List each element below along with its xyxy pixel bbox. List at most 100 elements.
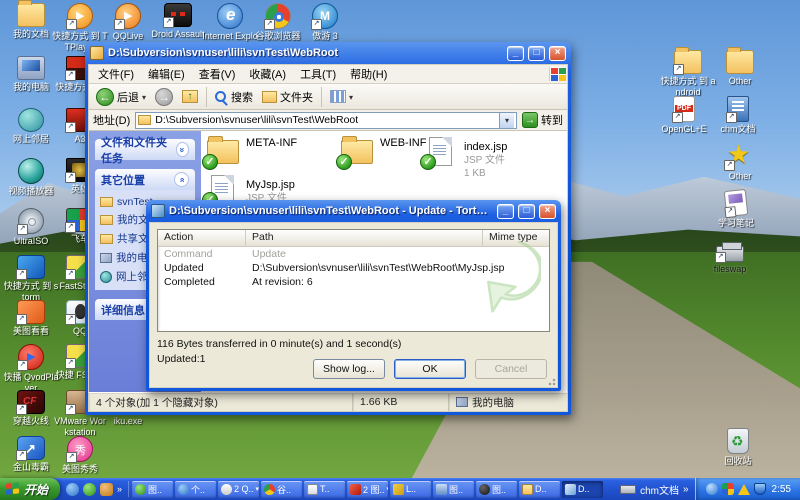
up-button[interactable]: ↑ bbox=[179, 89, 201, 104]
svn-progress-list[interactable]: Action Path Mime type Command Update Upd… bbox=[157, 229, 550, 332]
file-web-inf[interactable]: WEB-INF bbox=[341, 137, 426, 167]
close-button[interactable]: × bbox=[539, 204, 556, 219]
maximize-button[interactable]: □ bbox=[518, 204, 535, 219]
address-dropdown[interactable] bbox=[499, 113, 514, 128]
go-button[interactable]: →转到 bbox=[522, 112, 563, 128]
desktop-icon-crossfire[interactable]: 穿越火线 bbox=[3, 390, 59, 427]
menu-tools[interactable]: 工具(T) bbox=[293, 65, 343, 83]
security-shield-icon[interactable] bbox=[754, 483, 766, 495]
desktop-icon-my-documents[interactable]: 我的文档 bbox=[3, 3, 59, 40]
tray-app-icon[interactable] bbox=[722, 483, 734, 495]
warning-icon[interactable] bbox=[738, 484, 750, 495]
windows-flag-icon bbox=[549, 67, 565, 81]
task-button-10-explorer[interactable]: D.. bbox=[519, 481, 560, 498]
views-button[interactable] bbox=[327, 89, 356, 104]
desktop-icon-meitu-viewer[interactable]: 美图看看 bbox=[3, 300, 59, 337]
chevron-down-icon[interactable] bbox=[176, 142, 189, 157]
svn-dialog-title: D:\Subversion\svnuser\lili\svnTest\WebRo… bbox=[169, 205, 493, 217]
language-bar-more[interactable]: » bbox=[683, 484, 689, 495]
menu-file[interactable]: 文件(F) bbox=[91, 65, 141, 83]
pdf-icon bbox=[673, 96, 695, 122]
svn-dialog-titlebar[interactable]: D:\Subversion\svnuser\lili\svnTest\WebRo… bbox=[149, 200, 558, 222]
taskbar: 开始 » 图.. 个.. 2 Q..▾ 谷.. T.. 2 图..▾ L.. 图… bbox=[0, 478, 800, 500]
language-bar[interactable]: chm文档 » bbox=[614, 482, 694, 497]
ie-icon[interactable] bbox=[66, 483, 79, 496]
desktop-icon-study-notes[interactable]: 学习笔记 bbox=[708, 190, 764, 229]
task-button-4-chrome[interactable]: 谷.. bbox=[261, 481, 302, 498]
desktop-icon-kingsoft[interactable]: 金山毒霸 bbox=[3, 436, 59, 473]
file-meta-inf[interactable]: META-INF bbox=[207, 137, 297, 167]
address-value: D:\Subversion\svnuser\lili\svnTest\WebRo… bbox=[155, 114, 358, 126]
cancel-button[interactable]: Cancel bbox=[475, 359, 547, 379]
column-path[interactable]: Path bbox=[246, 230, 483, 247]
tray-app-icon[interactable] bbox=[706, 483, 718, 495]
quick-launch-more[interactable]: » bbox=[117, 484, 122, 494]
desktop-icon-qvodplayer[interactable]: 快播 QvodPlayer bbox=[3, 344, 59, 393]
desktop-icon-xiuxiu[interactable]: 美图秀秀 bbox=[52, 436, 108, 475]
media-icon[interactable] bbox=[83, 483, 96, 496]
start-button[interactable]: 开始 bbox=[0, 478, 60, 500]
address-label: 地址(D) bbox=[93, 112, 130, 128]
task-button-11-svn-active[interactable]: D.. bbox=[562, 481, 603, 498]
forward-button[interactable]: → bbox=[152, 87, 176, 107]
explorer-titlebar[interactable]: D:\Subversion\svnuser\lili\svnTest\WebRo… bbox=[88, 42, 568, 64]
desktop-icon-qqlive[interactable]: QQLive bbox=[100, 3, 156, 42]
column-action[interactable]: Action bbox=[158, 230, 246, 247]
desktop-icon-network-places[interactable]: 网上邻居 bbox=[3, 108, 59, 145]
desktop-icon-video-player[interactable]: 视频播放器 bbox=[3, 158, 59, 197]
task-button-5[interactable]: T.. bbox=[304, 481, 345, 498]
desktop-icon-my-computer[interactable]: 我的电脑 bbox=[3, 56, 59, 93]
tortoisesvn-icon bbox=[565, 484, 576, 495]
task-button-7[interactable]: L.. bbox=[390, 481, 431, 498]
desktop-icon-fileswap[interactable]: fileswap bbox=[702, 240, 758, 275]
windows-flag-icon bbox=[6, 482, 20, 496]
up-folder-icon: ↑ bbox=[182, 90, 198, 103]
close-button[interactable]: × bbox=[549, 46, 566, 61]
desktop-icon-android-folder[interactable]: 快捷方式 到 android bbox=[660, 50, 716, 97]
desktop-icon-opengl-pdf[interactable]: OpenGL+E bbox=[656, 96, 712, 135]
toolbar-separator bbox=[206, 87, 207, 107]
desktop-icon-chm-doc[interactable]: chm文档 bbox=[710, 96, 766, 135]
task-button-2[interactable]: 个.. bbox=[175, 481, 216, 498]
back-button[interactable]: ←后退 bbox=[93, 87, 149, 107]
svn-check-icon bbox=[420, 154, 436, 170]
file-index-jsp[interactable]: index.jsp JSP 文件 1 KB bbox=[425, 137, 507, 180]
panel-other-places-header[interactable]: 其它位置 bbox=[95, 169, 195, 190]
folder-icon bbox=[100, 234, 113, 244]
svn-update-dialog: D:\Subversion\svnuser\lili\svnTest\WebRo… bbox=[146, 200, 561, 391]
network-icon bbox=[100, 271, 112, 283]
desktop-icon-recycle-bin[interactable]: 回收站 bbox=[710, 428, 766, 467]
menu-favorites[interactable]: 收藏(A) bbox=[242, 65, 293, 83]
resize-grip[interactable] bbox=[546, 376, 556, 386]
menu-help[interactable]: 帮助(H) bbox=[343, 65, 394, 83]
task-button-6-group[interactable]: 2 图..▾ bbox=[347, 481, 388, 498]
menu-edit[interactable]: 编辑(E) bbox=[141, 65, 192, 83]
desktop-icon-maxthon[interactable]: 傲游 3 bbox=[297, 3, 353, 42]
task-button-3-qq-group[interactable]: 2 Q..▾ bbox=[218, 481, 259, 498]
desktop-icon-droid-assault[interactable]: Droid Assault bbox=[150, 3, 206, 40]
folders-button[interactable]: 文件夹 bbox=[259, 88, 316, 106]
menu-view[interactable]: 查看(V) bbox=[192, 65, 243, 83]
desktop-icon-ultraiso[interactable]: UltraISO bbox=[3, 208, 59, 247]
task-button-8[interactable]: 图.. bbox=[433, 481, 474, 498]
folder-icon bbox=[17, 3, 45, 27]
chevron-up-icon[interactable] bbox=[174, 172, 189, 187]
task-button-1[interactable]: 图.. bbox=[132, 481, 173, 498]
address-input[interactable]: D:\Subversion\svnuser\lili\svnTest\WebRo… bbox=[135, 112, 517, 129]
svn-update-arrow-watermark bbox=[459, 235, 541, 331]
task-button-9[interactable]: 图.. bbox=[476, 481, 517, 498]
desktop-icon-other-star[interactable]: Other bbox=[712, 145, 768, 182]
robot-icon bbox=[164, 3, 192, 27]
search-icon bbox=[215, 91, 226, 102]
desktop-icon-storm[interactable]: 快捷方式 到 storm bbox=[3, 255, 59, 302]
panel-file-tasks-header[interactable]: 文件和文件夹任务 bbox=[95, 139, 195, 160]
app-icon[interactable] bbox=[100, 483, 113, 496]
desktop-icon-other-folder[interactable]: Other bbox=[712, 50, 768, 87]
maximize-button[interactable]: □ bbox=[528, 46, 545, 61]
minimize-button[interactable]: _ bbox=[507, 46, 524, 61]
minimize-button[interactable]: _ bbox=[497, 204, 514, 219]
ok-button[interactable]: OK bbox=[394, 359, 466, 379]
show-log-button[interactable]: Show log... bbox=[313, 359, 385, 379]
document-icon bbox=[436, 484, 447, 495]
search-button[interactable]: 搜索 bbox=[212, 88, 256, 106]
